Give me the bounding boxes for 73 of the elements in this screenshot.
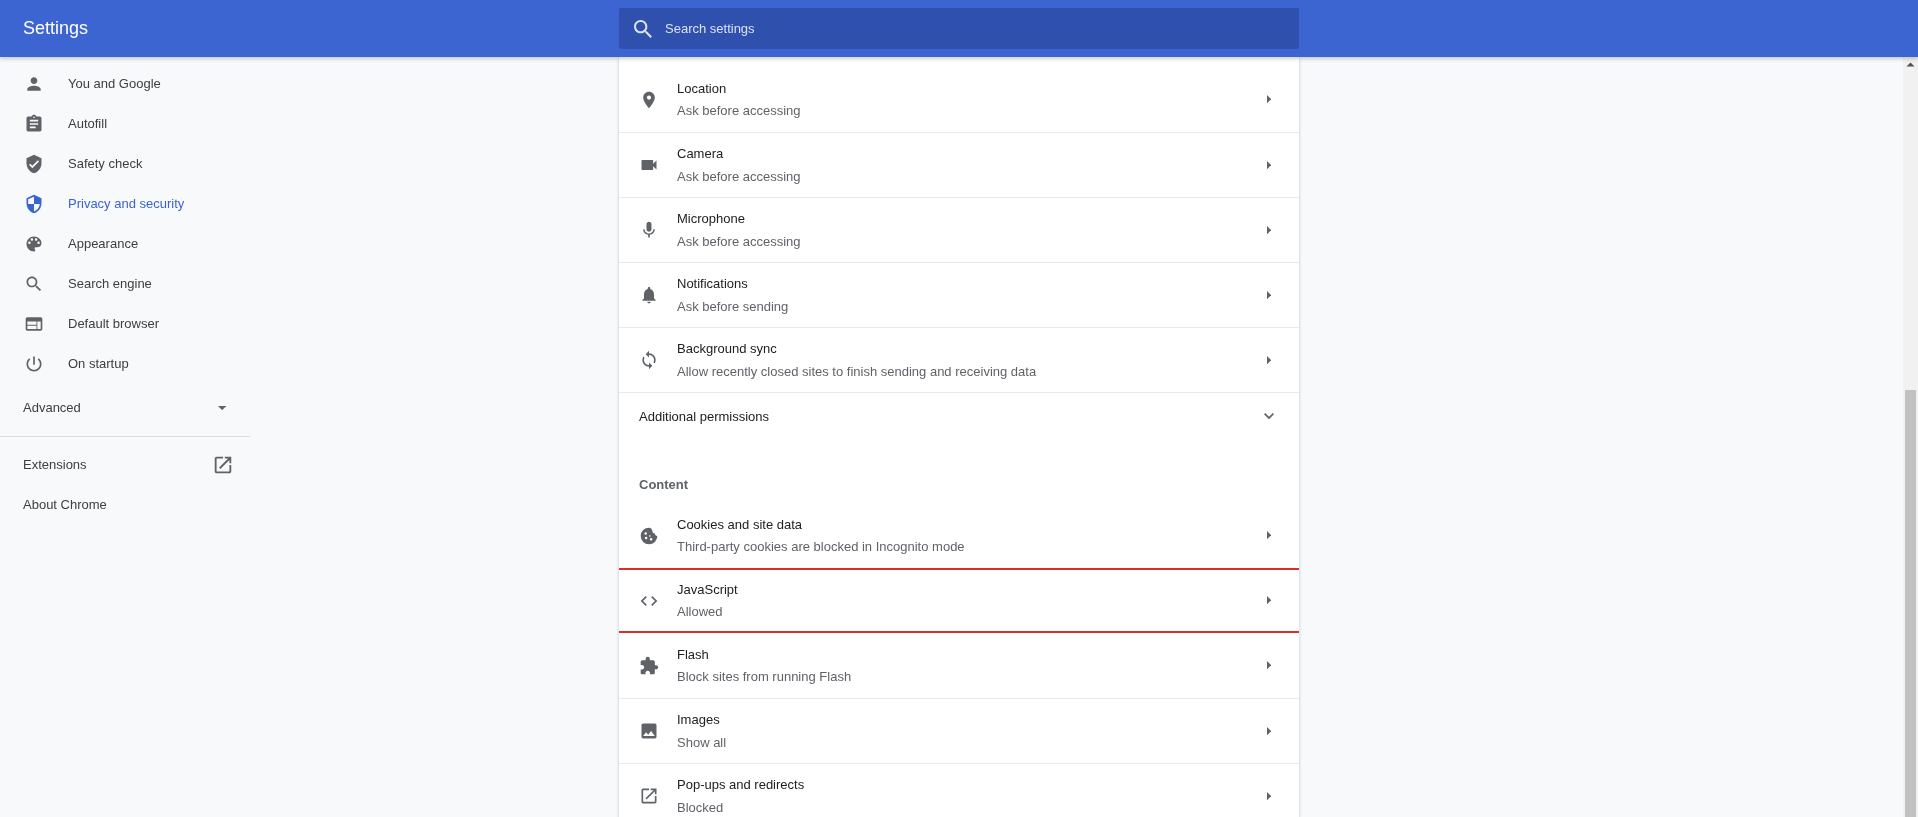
sidebar-item[interactable]: Default browser <box>0 304 250 344</box>
open-in-new-icon <box>639 786 659 806</box>
setting-title: Background sync <box>677 340 778 358</box>
image-icon <box>639 721 659 741</box>
shield-check-icon <box>24 154 44 174</box>
setting-title: Flash <box>677 645 710 664</box>
sidebar-item[interactable]: On startup <box>0 344 250 384</box>
browser-window-icon <box>24 314 44 334</box>
setting-row[interactable]: Flash Block sites from running Flash <box>619 633 1299 698</box>
sidebar-item[interactable]: Privacy and security <box>0 184 250 224</box>
setting-row[interactable]: JavaScript Allowed <box>619 568 1299 633</box>
setting-row[interactable]: Location Ask before accessing <box>619 67 1299 132</box>
clipboard-icon <box>24 114 44 134</box>
open-in-new-icon <box>212 454 234 476</box>
sync-icon <box>639 350 659 370</box>
cookie-icon <box>639 525 659 546</box>
setting-title: Microphone <box>677 210 746 228</box>
setting-row[interactable]: Microphone Ask before accessing <box>619 197 1299 262</box>
search-icon <box>634 20 652 38</box>
caret-icon <box>217 405 227 411</box>
section-heading: Content <box>639 475 689 494</box>
additional-permissions-toggle[interactable]: Additional permissions <box>619 392 1299 440</box>
setting-row[interactable]: Camera Ask before accessing <box>619 132 1299 197</box>
setting-description: Allowed <box>677 603 724 621</box>
sidebar-item[interactable]: Search engine <box>0 264 250 304</box>
power-icon <box>24 354 44 374</box>
arrow-right-icon <box>1266 290 1272 300</box>
setting-description: Ask before accessing <box>677 102 802 120</box>
arrow-right-icon <box>1266 531 1272 540</box>
setting-title: Cookies and site data <box>677 515 804 534</box>
arrow-right-icon <box>1266 355 1272 365</box>
bell-icon <box>639 285 659 305</box>
palette-icon <box>24 234 44 254</box>
arrow-right-icon <box>1266 726 1272 736</box>
setting-title: Notifications <box>677 275 749 293</box>
sidebar-link[interactable]: Extensions <box>0 445 250 485</box>
setting-description: Block sites from running Flash <box>677 668 853 686</box>
shield-icon <box>24 194 44 214</box>
search-icon <box>24 274 44 294</box>
scrollbar-thumb[interactable] <box>1905 390 1916 817</box>
sidebar-item[interactable]: Appearance <box>0 224 250 264</box>
setting-description: Ask before accessing <box>677 232 802 251</box>
search-field[interactable]: Search settings <box>619 8 1299 49</box>
arrow-right-icon <box>1266 596 1272 605</box>
setting-row[interactable]: Images Show all <box>619 698 1299 763</box>
setting-title: Images <box>677 711 721 729</box>
setting-description: Blocked <box>677 798 725 817</box>
setting-title: JavaScript <box>677 580 739 599</box>
setting-description: Show all <box>677 733 728 752</box>
setting-title: Pop-ups and redirects <box>677 776 806 794</box>
setting-title: Location <box>677 79 728 98</box>
setting-row[interactable]: Cookies and site data Third-party cookies are blocked in Incognito mode <box>619 503 1299 568</box>
arrow-right-icon <box>1266 160 1272 170</box>
setting-description: Ask before accessing <box>677 167 802 186</box>
sidebar-link[interactable]: About Chrome <box>0 485 250 525</box>
puzzle-piece-icon <box>639 655 659 676</box>
setting-row[interactable]: Background sync Allow recently closed sites to finish sending and receiving data <box>619 327 1299 392</box>
sidebar-item[interactable]: You and Google <box>0 64 250 104</box>
setting-row[interactable]: Notifications Ask before sending <box>619 262 1299 327</box>
arrow-right-icon <box>1266 225 1272 235</box>
arrow-right-icon <box>1266 661 1272 670</box>
sidebar-item[interactable]: Autofill <box>0 104 250 144</box>
setting-description: Third-party cookies are blocked in Incognito mode <box>677 538 966 556</box>
setting-row[interactable]: Pop-ups and redirects Blocked <box>619 763 1299 817</box>
arrow-right-icon <box>1266 791 1272 801</box>
arrow-right-icon <box>1266 95 1272 104</box>
advanced-toggle[interactable]: Advanced <box>0 384 250 432</box>
app-title: Settings <box>22 17 89 40</box>
sidebar-item[interactable]: Safety check <box>0 144 250 184</box>
chevron-down-icon <box>1264 413 1274 420</box>
setting-description: Ask before sending <box>677 297 790 316</box>
setting-description: Allow recently closed sites to finish sending and receiving data <box>677 362 1038 381</box>
setting-title: Camera <box>677 145 725 163</box>
